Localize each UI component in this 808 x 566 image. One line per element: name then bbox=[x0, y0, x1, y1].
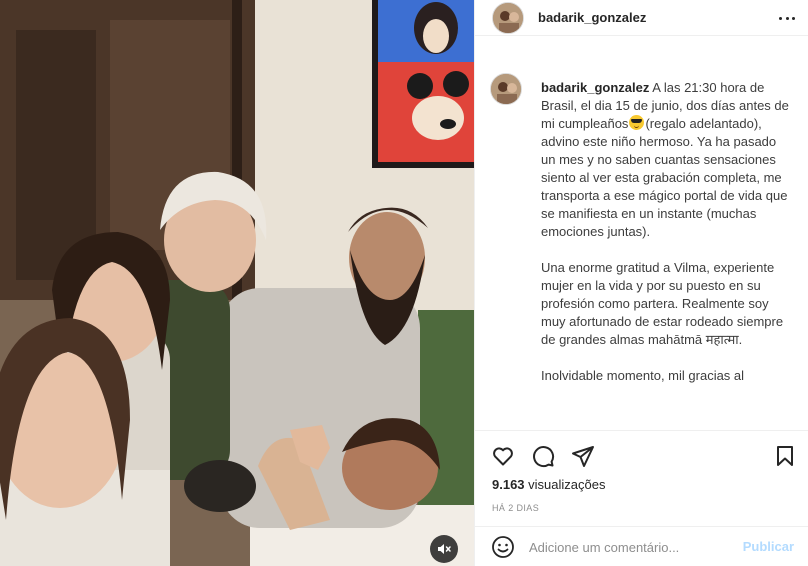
avatar-image bbox=[493, 3, 523, 33]
post-timestamp[interactable]: HÁ 2 DIAS bbox=[492, 503, 539, 513]
more-options-icon[interactable] bbox=[779, 11, 795, 25]
views-label: visualizações bbox=[528, 477, 606, 492]
publish-button[interactable]: Publicar bbox=[743, 539, 794, 554]
smiley-icon[interactable] bbox=[491, 535, 515, 559]
caption-section: badarik_gonzalez A las 21:30 hora de Bra… bbox=[475, 57, 808, 430]
post-side-panel: badarik_gonzalez badarik_gonzalez A las … bbox=[474, 0, 808, 566]
smiling-face-with-sunglasses-icon bbox=[629, 115, 645, 130]
views-number: 9.163 bbox=[492, 477, 525, 492]
comment-bubble-icon[interactable] bbox=[531, 444, 555, 468]
post-actions: 9.163 visualizações HÁ 2 DIAS bbox=[475, 430, 808, 526]
author-username[interactable]: badarik_gonzalez bbox=[538, 10, 646, 25]
caption-paragraph-1: badarik_gonzalez A las 21:30 hora de Bra… bbox=[541, 79, 791, 241]
post-header: badarik_gonzalez bbox=[475, 0, 808, 36]
paper-plane-icon[interactable] bbox=[571, 444, 595, 468]
heart-icon[interactable] bbox=[491, 444, 515, 468]
caption-avatar[interactable] bbox=[490, 73, 522, 105]
caption-username[interactable]: badarik_gonzalez bbox=[541, 80, 649, 95]
caption-paragraph-3: Inolvidable momento, mil gracias al bbox=[541, 368, 745, 383]
post-caption: badarik_gonzalez A las 21:30 hora de Bra… bbox=[541, 79, 791, 403]
speaker-muted-icon bbox=[438, 544, 451, 554]
author-avatar[interactable] bbox=[492, 2, 524, 34]
bookmark-icon[interactable] bbox=[773, 444, 797, 468]
post-video[interactable] bbox=[0, 0, 474, 566]
mute-toggle-button[interactable] bbox=[430, 535, 458, 563]
video-frame bbox=[0, 0, 474, 566]
add-comment-bar: Publicar bbox=[475, 526, 808, 566]
views-count[interactable]: 9.163 visualizações bbox=[492, 477, 606, 492]
avatar-image bbox=[491, 74, 521, 104]
caption-paragraph-2: Una enorme gratitud a Vilma, experiente … bbox=[541, 260, 784, 347]
comment-input[interactable] bbox=[529, 537, 735, 557]
caption-text-1b: (regalo adelantado), advino este niño he… bbox=[541, 116, 788, 239]
